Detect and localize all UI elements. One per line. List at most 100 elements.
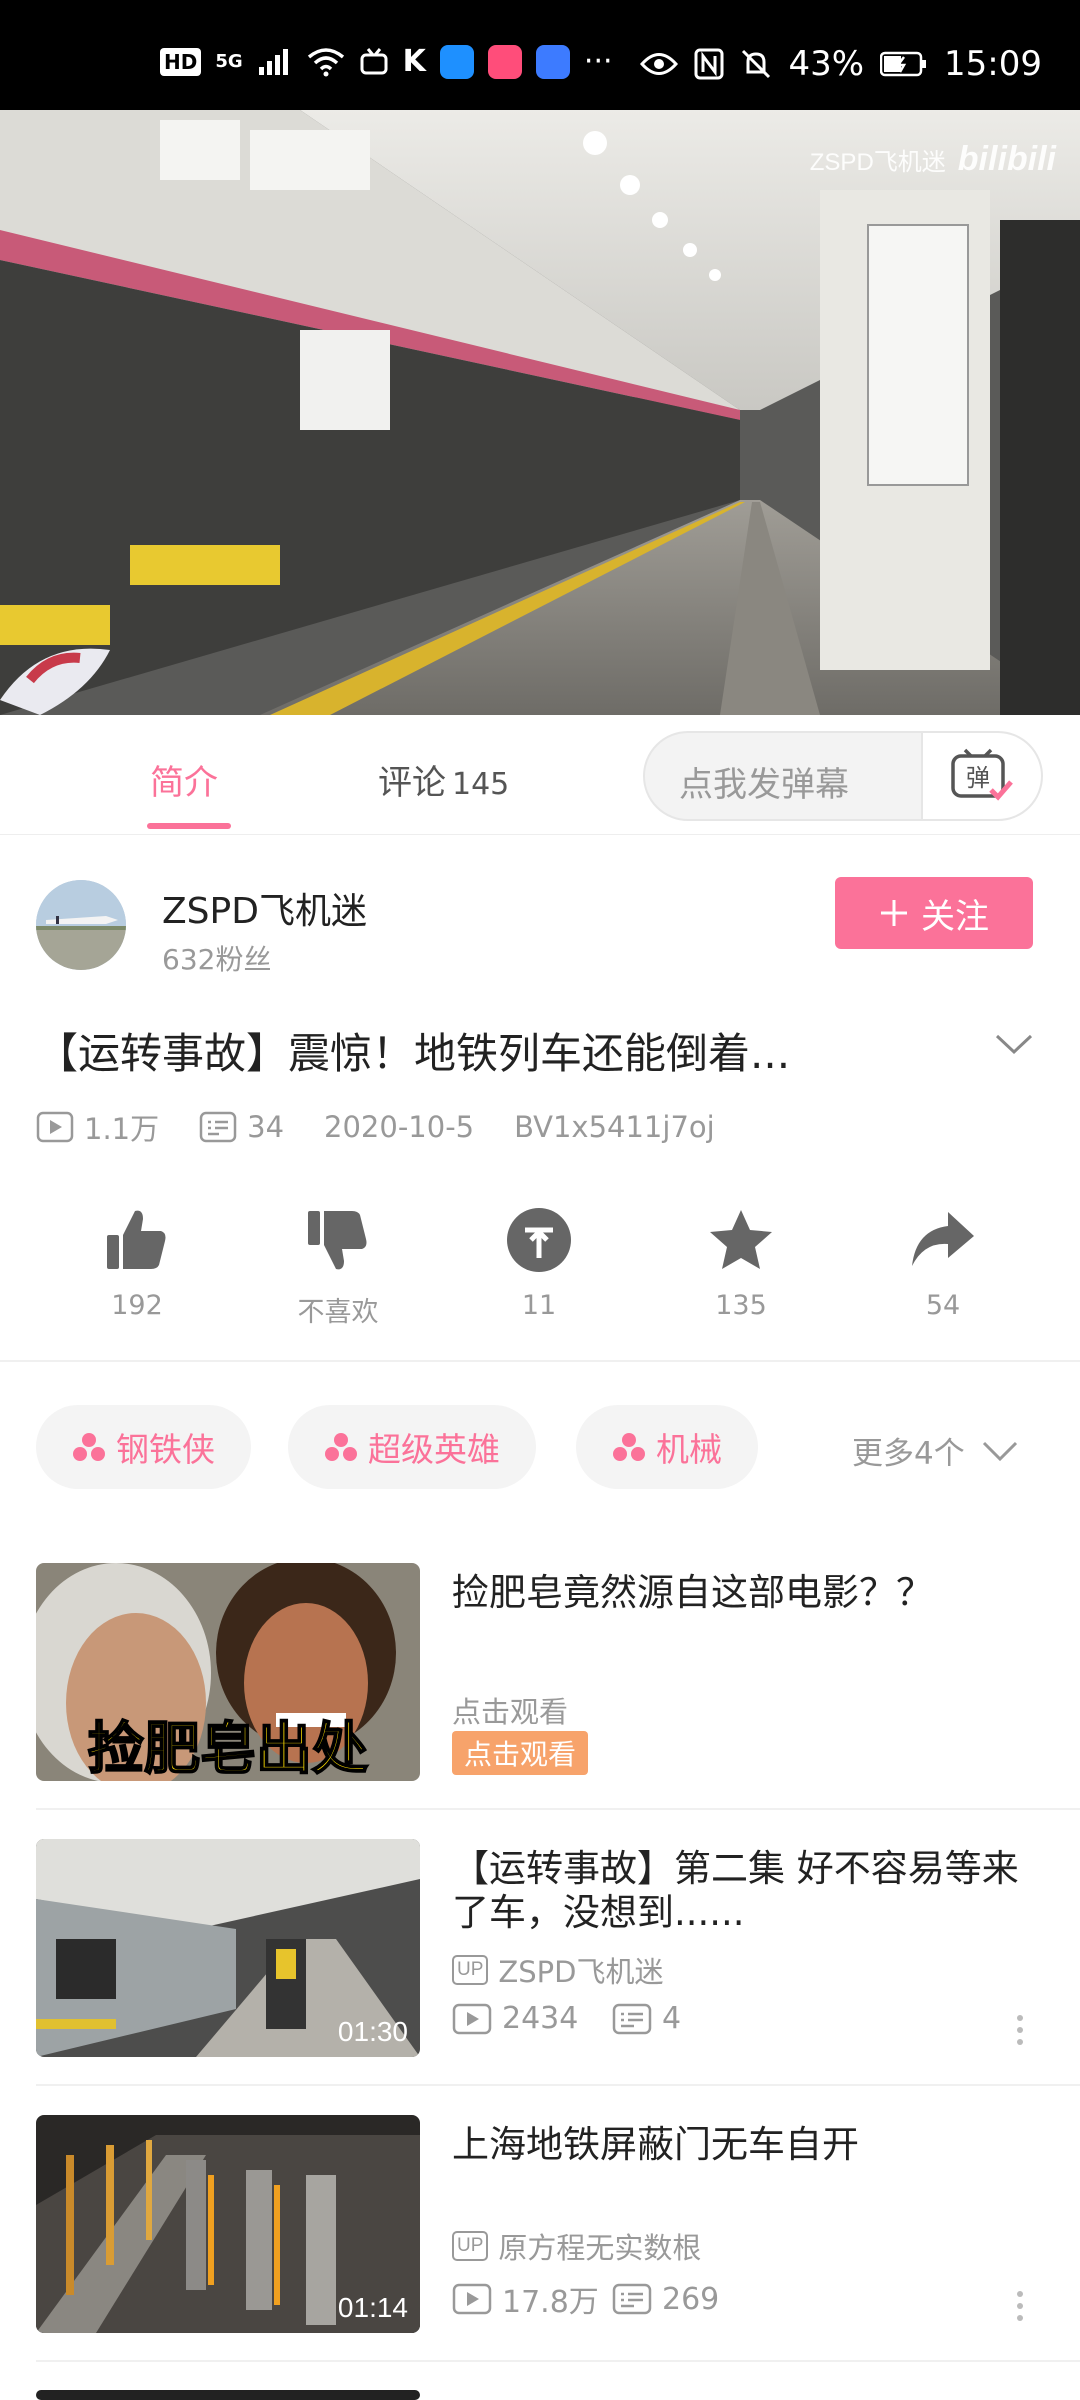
tag-icon	[73, 1433, 105, 1461]
signal-icon	[258, 48, 288, 75]
network-label: 5G	[215, 51, 243, 72]
ad-badge: 点击观看	[452, 1731, 589, 1775]
play-count-icon	[452, 2003, 492, 2034]
play-count-icon	[452, 2283, 492, 2315]
avatar[interactable]	[36, 880, 126, 970]
like-button[interactable]: 192	[72, 1200, 202, 1321]
dislike-button[interactable]: 不喜欢	[273, 1200, 403, 1329]
coin-button[interactable]: 11	[474, 1200, 604, 1321]
tag-label: 钢铁侠	[116, 1430, 215, 1469]
tab-comments-count: 145	[452, 767, 510, 802]
divider	[0, 1360, 1080, 1362]
video-duration: 01:14	[338, 2292, 408, 2323]
share-count: 54	[925, 1290, 961, 1321]
danmaku-placeholder: 点我发弹幕	[679, 765, 849, 805]
list-item[interactable]: 01:30 【运转事故】第二集 好不容易等来了车，没想到...... UP ZS…	[36, 1839, 1044, 2059]
watermark-user: ZSPD飞机迷	[809, 149, 946, 176]
more-tags-label: 更多4个	[852, 1436, 965, 1472]
divider	[36, 1808, 1080, 1810]
clock: 15:09	[944, 44, 1042, 84]
bilibili-logo: bilibili	[957, 140, 1056, 178]
video-frame	[0, 110, 1080, 715]
video-thumbnail: 捡肥皂出处	[36, 1563, 420, 1781]
more-options-icon[interactable]	[1016, 2291, 1024, 2321]
chevron-down-icon[interactable]	[994, 1032, 1034, 1056]
dislike-label: 不喜欢	[297, 1297, 379, 1328]
list-item-views: 17.8万	[502, 2285, 599, 2320]
status-icons-right: 43% 15:09	[640, 44, 1042, 84]
mute-icon	[742, 49, 771, 79]
tab-active-indicator	[147, 823, 231, 829]
list-item-views: 2434	[502, 2001, 579, 2036]
status-bar: HD 5G K ··· 43% 15:09	[0, 0, 1080, 110]
avatar-image	[36, 880, 126, 970]
more-tags-button[interactable]: 更多4个	[852, 1428, 1019, 1473]
video-thumbnail: 01:14	[36, 2115, 420, 2333]
video-thumbnail: 01:30	[36, 1839, 420, 2057]
action-bar: 192 不喜欢 11 135 54	[0, 1200, 1080, 1360]
tag-icon	[325, 1433, 357, 1461]
list-item[interactable]: 01:14 上海地铁屏蔽门无车自开 UP 原方程无实数根 17.8万 269	[36, 2115, 1044, 2335]
tab-intro[interactable]: 简介	[150, 755, 218, 804]
view-count: 1.1万	[84, 1112, 160, 1146]
video-thumbnail	[36, 2390, 420, 2400]
tab-comments[interactable]: 评论 145	[378, 755, 509, 804]
more-notifications-icon: ···	[583, 44, 613, 79]
wifi-icon	[307, 47, 344, 76]
share-button[interactable]: 54	[878, 1200, 1008, 1321]
danmaku-count: 34	[247, 1110, 285, 1144]
danmaku-count-icon	[612, 2283, 652, 2315]
eye-icon	[640, 53, 679, 75]
publish-date: 2020-10-5	[324, 1110, 475, 1144]
uploader-name[interactable]: ZSPD飞机迷	[162, 882, 367, 934]
divider	[36, 2084, 1080, 2086]
chevron-down-icon	[982, 1441, 1017, 1461]
favorite-count: 135	[715, 1290, 767, 1321]
thumbnail-caption: 捡肥皂出处	[88, 1717, 368, 1781]
list-item-danmaku: 269	[662, 2281, 720, 2317]
tab-comments-label: 评论	[378, 763, 446, 803]
list-item-uploader-name: 原方程无实数根	[498, 2231, 702, 2265]
list-item-title: 上海地铁屏蔽门无车自开	[452, 2123, 859, 2166]
favorite-button[interactable]: 135	[676, 1200, 806, 1321]
video-player[interactable]: ZSPD飞机迷 bilibili	[0, 110, 1080, 715]
coin-count: 11	[521, 1290, 557, 1321]
tag-icon	[613, 1433, 645, 1461]
follow-label: 关注	[921, 896, 989, 937]
list-item[interactable]: 捡肥皂出处 捡肥皂竟然源自这部电影？？ 点击观看 点击观看	[36, 1563, 1044, 1783]
star-icon	[710, 1210, 772, 1269]
sport-app-icon	[439, 44, 474, 79]
list-item-title: 【运转事故】第二集 好不容易等来了车，没想到......	[452, 1847, 1019, 1935]
battery-icon	[880, 51, 927, 77]
tag-chip[interactable]: 机械	[576, 1405, 758, 1489]
tag-chip[interactable]: 超级英雄	[288, 1405, 536, 1489]
danmaku-icon: 弹	[951, 748, 1013, 801]
danmaku-input[interactable]: 点我发弹幕 弹	[643, 731, 1043, 821]
hd-icon: HD	[160, 47, 202, 76]
list-item-uploader-name: ZSPD飞机迷	[498, 1955, 664, 1989]
list-item-uploader: UP 原方程无实数根	[452, 2225, 701, 2267]
bvid: BV1x5411j7oj	[514, 1110, 715, 1144]
tv-app-icon	[360, 47, 388, 74]
danmaku-count-icon	[199, 1111, 237, 1143]
divider	[36, 2360, 1080, 2362]
list-item-subtitle: 点击观看	[452, 1695, 569, 1729]
list-item[interactable]	[36, 2390, 1044, 2400]
list-item-danmaku: 4	[662, 2001, 682, 2036]
video-meta: 1.1万 34 2020-10-5 BV1x5411j7oj	[36, 1106, 715, 1148]
tag-chip[interactable]: 钢铁侠	[36, 1405, 251, 1489]
cloud-app-icon	[535, 44, 570, 79]
coin-icon	[507, 1208, 571, 1272]
status-icons-left: HD 5G K ···	[160, 44, 613, 79]
play-count-icon	[36, 1111, 74, 1143]
list-item-uploader: UP ZSPD飞机迷	[452, 1949, 664, 1991]
pink-app-icon	[487, 44, 522, 79]
list-item-stats: 2434 4	[452, 2001, 681, 2036]
tag-label: 机械	[656, 1430, 722, 1469]
more-options-icon[interactable]	[1016, 2015, 1024, 2045]
follow-button[interactable]: 关注	[835, 877, 1033, 949]
danmaku-toggle-button[interactable]: 弹	[921, 733, 1041, 819]
thumbs-up-icon	[107, 1210, 166, 1269]
video-watermark: ZSPD飞机迷 bilibili	[810, 140, 1056, 179]
up-badge-icon: UP	[452, 2231, 489, 2261]
